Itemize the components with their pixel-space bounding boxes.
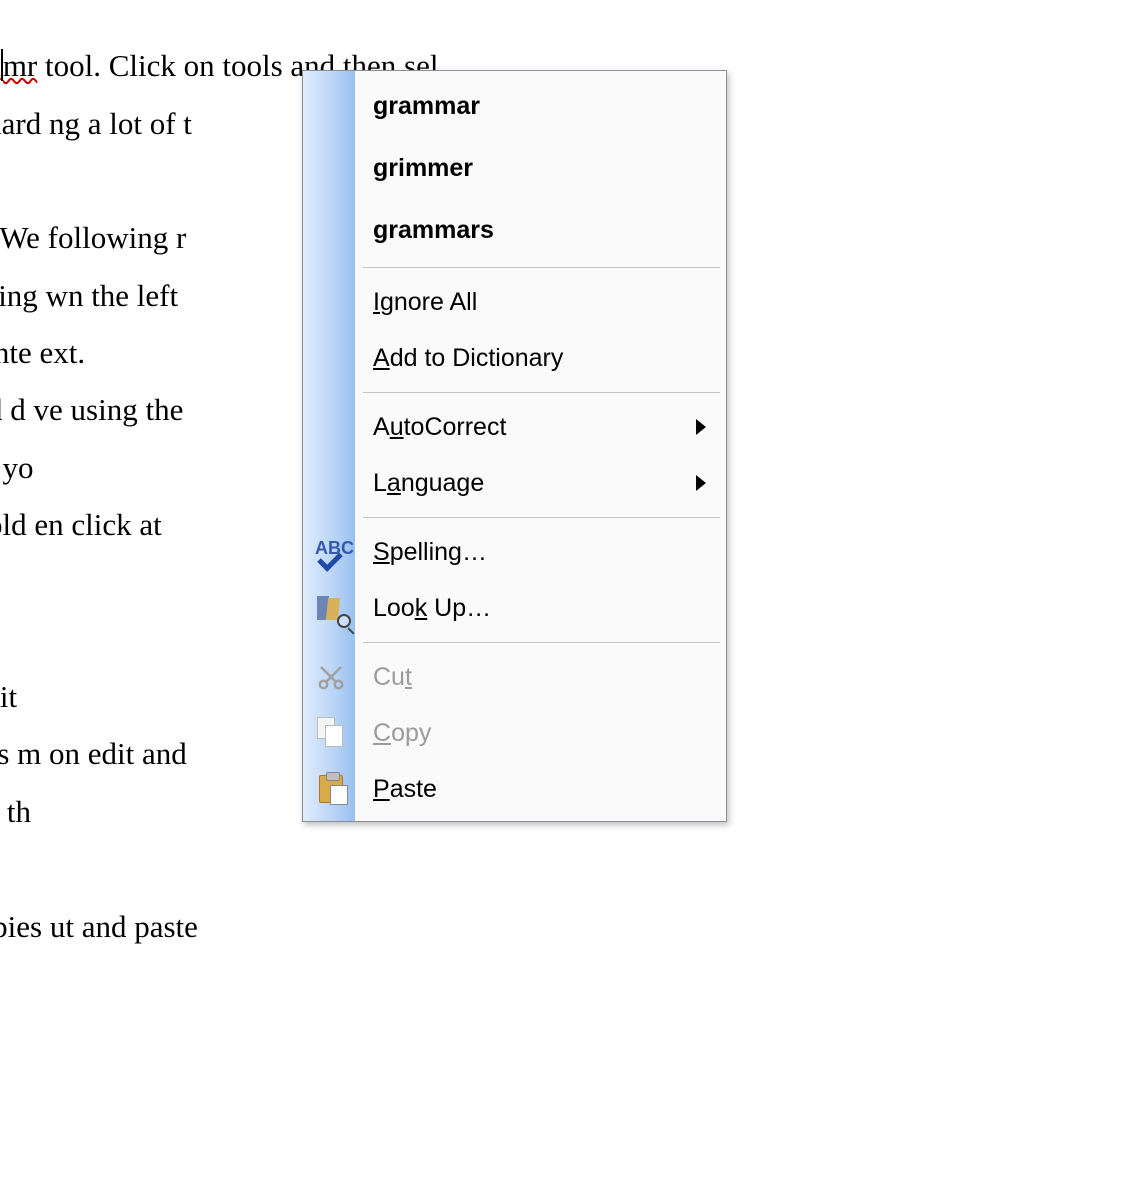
menu-item-label: Language (373, 460, 686, 506)
menu-item-label: Add to Dictionary (373, 335, 706, 381)
spelling-check-icon: ABC (313, 534, 349, 570)
menu-item-label: AutoCorrect (373, 404, 686, 450)
suggestion-item-grimmer[interactable]: grimmer (305, 137, 724, 199)
suggestion-item-grammar[interactable]: grammar (305, 75, 724, 137)
text-cursor (1, 49, 3, 81)
menu-item-label: grammar (373, 83, 706, 129)
menu-item-label: Cut (373, 654, 706, 700)
menu-separator (363, 517, 720, 518)
autocorrect-item[interactable]: AutoCorrect (305, 399, 724, 455)
menu-item-label: Copy (373, 710, 706, 756)
menu-item-label: grammars (373, 207, 706, 253)
misspelled-word[interactable]: grammr (0, 48, 37, 83)
spelling-context-menu: grammar grimmer grammars Ignore All Add … (302, 70, 727, 822)
chevron-right-icon (696, 475, 706, 491)
scissors-icon (313, 659, 349, 695)
menu-item-label: Spelling… (373, 529, 706, 575)
ignore-all-item[interactable]: Ignore All (305, 274, 724, 330)
add-to-dictionary-item[interactable]: Add to Dictionary (305, 330, 724, 386)
menu-separator (363, 642, 720, 643)
copy-item: Copy (305, 705, 724, 761)
menu-separator (363, 392, 720, 393)
doc-heading: ion (0, 840, 1132, 897)
spelling-item[interactable]: ABC Spelling… (305, 524, 724, 580)
menu-item-label: Ignore All (373, 279, 706, 325)
doc-line: ct one. (0, 0, 1132, 37)
doc-line: duce many copies ut and paste (0, 898, 1132, 955)
paste-icon (313, 771, 349, 807)
cut-item: Cut (305, 649, 724, 705)
suggestion-item-grammars[interactable]: grammars (305, 199, 724, 261)
chevron-right-icon (696, 419, 706, 435)
lookup-item[interactable]: Look Up… (305, 580, 724, 636)
menu-separator (363, 267, 720, 268)
doc-text-fragment: key and th (0, 794, 31, 829)
lookup-icon (313, 590, 349, 626)
menu-item-label: Paste (373, 766, 706, 812)
menu-item-label: grimmer (373, 145, 706, 191)
menu-item-label: Look Up… (373, 585, 706, 631)
copy-icon (313, 715, 349, 751)
paste-item[interactable]: Paste (305, 761, 724, 817)
language-item[interactable]: Language (305, 455, 724, 511)
